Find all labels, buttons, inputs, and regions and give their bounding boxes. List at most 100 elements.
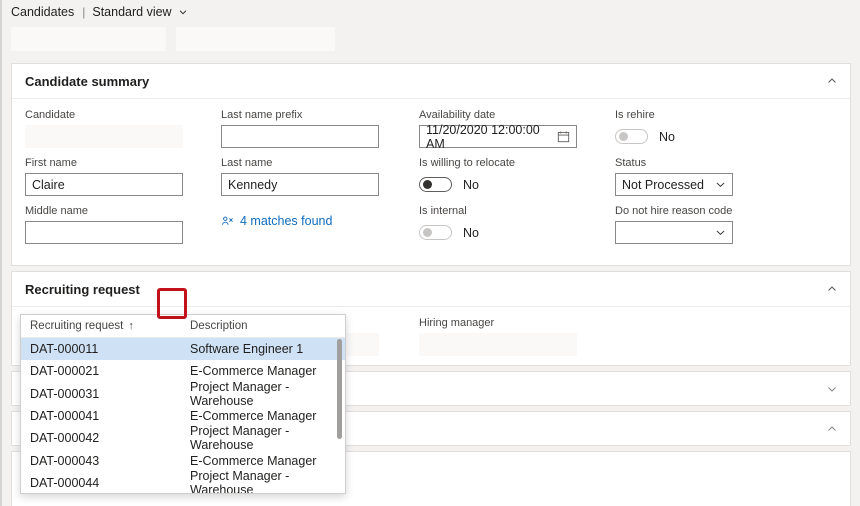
is-rehire-label: Is rehire bbox=[615, 109, 815, 122]
dropdown-row-list: DAT-000011 Software Engineer 1 DAT-00002… bbox=[21, 338, 345, 494]
is-internal-toggle bbox=[419, 225, 452, 240]
dropdown-row-id: DAT-000011 bbox=[30, 342, 190, 356]
dropdown-row[interactable]: DAT-000042 Project Manager - Warehouse bbox=[21, 427, 345, 449]
recruiting-request-header[interactable]: Recruiting request bbox=[12, 272, 850, 307]
field-middle-name: Middle name bbox=[25, 205, 221, 244]
command-bar bbox=[2, 24, 860, 51]
dropdown-row-description: Project Manager - Warehouse bbox=[190, 380, 345, 408]
card-candidate-summary: Candidate summary Candidate First name C… bbox=[11, 63, 851, 266]
is-internal-label: Is internal bbox=[419, 205, 615, 218]
last-name-input[interactable]: Kennedy bbox=[221, 173, 379, 196]
dropdown-row-description: Project Manager - Warehouse bbox=[190, 469, 345, 494]
candidate-summary-body: Candidate First name Claire Middle name bbox=[12, 99, 850, 265]
field-hiring-manager: Hiring manager bbox=[419, 317, 815, 356]
do-not-hire-reason-code-label: Do not hire reason code bbox=[615, 205, 815, 218]
field-do-not-hire-reason-code: Do not hire reason code bbox=[615, 205, 815, 244]
dropdown-row-id: DAT-000031 bbox=[30, 387, 190, 401]
command-bar-group-right[interactable] bbox=[176, 27, 335, 51]
chevron-down-icon[interactable] bbox=[715, 227, 726, 238]
last-name-prefix-input[interactable] bbox=[221, 125, 379, 148]
hiring-manager-input bbox=[419, 333, 577, 356]
chevron-down-icon bbox=[178, 7, 187, 16]
is-rehire-toggle bbox=[615, 129, 648, 144]
dropdown-scrollbar-thumb[interactable] bbox=[337, 339, 342, 439]
middle-name-input[interactable] bbox=[25, 221, 183, 244]
status-value: Not Processed bbox=[622, 178, 704, 192]
dropdown-row[interactable]: DAT-000044 Project Manager - Warehouse bbox=[21, 472, 345, 494]
is-rehire-value: No bbox=[659, 130, 675, 144]
last-name-label: Last name bbox=[221, 157, 419, 170]
field-is-internal: Is internal No bbox=[419, 205, 615, 244]
dropdown-row[interactable]: DAT-000031 Project Manager - Warehouse bbox=[21, 383, 345, 405]
candidate-summary-column-1: Candidate First name Claire Middle name bbox=[25, 109, 221, 253]
dropdown-row-id: DAT-000021 bbox=[30, 364, 190, 378]
do-not-hire-reason-code-select[interactable] bbox=[615, 221, 733, 244]
is-willing-to-relocate-toggle[interactable] bbox=[419, 177, 452, 192]
recruiting-request-dropdown[interactable]: Recruiting request ↑ Description DAT-000… bbox=[20, 314, 346, 494]
last-name-prefix-label: Last name prefix bbox=[221, 109, 419, 122]
dropdown-row-description: E-Commerce Manager bbox=[190, 364, 345, 378]
middle-name-label: Middle name bbox=[25, 205, 221, 218]
view-selector[interactable]: Standard view bbox=[92, 5, 186, 19]
chevron-up-icon[interactable] bbox=[826, 75, 838, 87]
candidate-label: Candidate bbox=[25, 109, 221, 122]
dropdown-scrollbar[interactable] bbox=[336, 339, 343, 493]
dropdown-row-description: Software Engineer 1 bbox=[190, 342, 345, 356]
dropdown-column-header-id[interactable]: Recruiting request ↑ bbox=[30, 320, 190, 332]
dropdown-row-id: DAT-000044 bbox=[30, 476, 190, 490]
first-name-label: First name bbox=[25, 157, 221, 170]
dropdown-row-id: DAT-000043 bbox=[30, 454, 190, 468]
recruiting-request-title: Recruiting request bbox=[25, 282, 826, 297]
field-status: Status Not Processed bbox=[615, 157, 815, 196]
field-first-name: First name Claire bbox=[25, 157, 221, 196]
view-selector-label: Standard view bbox=[92, 5, 171, 19]
recruiting-request-column-3: Hiring manager bbox=[419, 317, 815, 356]
dropdown-header-row: Recruiting request ↑ Description bbox=[21, 315, 345, 338]
breadcrumb-current[interactable]: Candidates bbox=[11, 5, 74, 19]
candidate-summary-title: Candidate summary bbox=[25, 74, 826, 89]
availability-date-label: Availability date bbox=[419, 109, 615, 122]
is-willing-to-relocate-value: No bbox=[463, 178, 479, 192]
dropdown-row-id: DAT-000042 bbox=[30, 431, 190, 445]
command-bar-group-left[interactable] bbox=[11, 27, 166, 51]
availability-date-value: 11/20/2020 12:00:00 AM bbox=[426, 123, 557, 151]
is-internal-value: No bbox=[463, 226, 479, 240]
candidate-summary-column-3: Availability date 11/20/2020 12:00:00 AM bbox=[419, 109, 615, 253]
field-last-name: Last name Kennedy bbox=[221, 157, 419, 196]
first-name-input[interactable]: Claire bbox=[25, 173, 183, 196]
availability-date-input[interactable]: 11/20/2020 12:00:00 AM bbox=[419, 125, 577, 148]
candidate-summary-column-4: Is rehire No Status Not Processed bbox=[615, 109, 815, 253]
calendar-icon[interactable] bbox=[557, 130, 570, 143]
breadcrumb: Candidates | Standard view bbox=[2, 0, 860, 24]
is-willing-to-relocate-label: Is willing to relocate bbox=[419, 157, 615, 170]
candidate-summary-header[interactable]: Candidate summary bbox=[12, 64, 850, 99]
matches-found-link[interactable]: 4 matches found bbox=[221, 214, 419, 228]
field-is-rehire: Is rehire No bbox=[615, 109, 815, 148]
candidate-input bbox=[25, 125, 183, 148]
field-last-name-prefix: Last name prefix bbox=[221, 109, 419, 148]
candidate-summary-column-2: Last name prefix Last name Kennedy bbox=[221, 109, 419, 228]
dropdown-row[interactable]: DAT-000011 Software Engineer 1 bbox=[21, 338, 345, 360]
status-select[interactable]: Not Processed bbox=[615, 173, 733, 196]
chevron-down-icon[interactable] bbox=[826, 383, 838, 395]
dropdown-row-description: E-Commerce Manager bbox=[190, 454, 345, 468]
field-is-willing-to-relocate: Is willing to relocate No bbox=[419, 157, 615, 196]
field-candidate: Candidate bbox=[25, 109, 221, 148]
field-availability-date: Availability date 11/20/2020 12:00:00 AM bbox=[419, 109, 615, 148]
status-label: Status bbox=[615, 157, 815, 170]
chevron-up-icon[interactable] bbox=[826, 283, 838, 295]
dropdown-row-description: Project Manager - Warehouse bbox=[190, 424, 345, 452]
people-match-icon bbox=[221, 215, 234, 228]
hiring-manager-label: Hiring manager bbox=[419, 317, 815, 330]
matches-found-label: 4 matches found bbox=[240, 214, 332, 228]
dropdown-row-id: DAT-000041 bbox=[30, 409, 190, 423]
dropdown-row-description: E-Commerce Manager bbox=[190, 409, 345, 423]
command-bar-spacer bbox=[2, 51, 860, 63]
breadcrumb-separator: | bbox=[82, 5, 85, 19]
sort-ascending-icon: ↑ bbox=[128, 320, 134, 332]
dropdown-column-header-description[interactable]: Description bbox=[190, 320, 345, 332]
application-window: Candidates | Standard view Candidate sum… bbox=[0, 0, 860, 506]
dropdown-column-header-id-label: Recruiting request bbox=[30, 320, 123, 332]
chevron-down-icon[interactable] bbox=[715, 179, 726, 190]
chevron-up-icon[interactable] bbox=[826, 423, 838, 435]
